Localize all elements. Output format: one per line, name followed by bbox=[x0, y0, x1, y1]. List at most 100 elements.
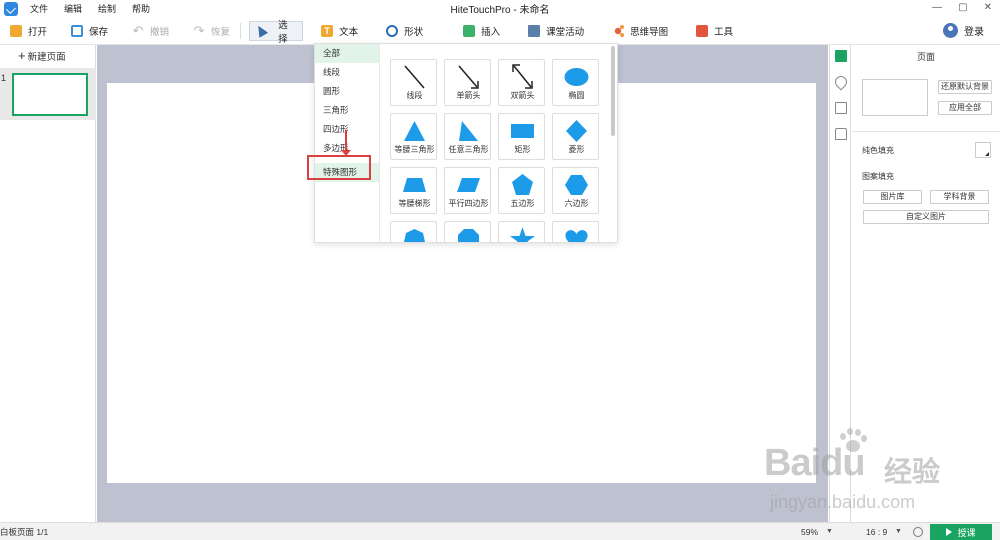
shape-octagon[interactable] bbox=[444, 221, 491, 242]
category-line[interactable]: 线段 bbox=[315, 63, 379, 82]
tools-button[interactable]: 工具 bbox=[690, 21, 739, 41]
custom-image-button[interactable]: 自定义图片 bbox=[863, 210, 989, 224]
panel-divider bbox=[852, 131, 1000, 132]
class-activity-icon bbox=[528, 24, 541, 37]
shape-rectangle[interactable]: 矩形 bbox=[498, 113, 545, 160]
solid-fill-label: 纯色填充 bbox=[862, 146, 894, 155]
text-button[interactable]: T 文本 bbox=[315, 21, 364, 41]
menu-draw[interactable]: 绘制 bbox=[98, 2, 116, 15]
page-thumbnail-row[interactable]: 1 bbox=[0, 68, 96, 120]
zoom-level[interactable]: 59% bbox=[801, 527, 818, 537]
annotation-highlight-box bbox=[307, 155, 371, 180]
open-label: 打开 bbox=[28, 26, 48, 38]
pentagon-icon bbox=[512, 174, 533, 195]
select-button[interactable]: 选择 bbox=[249, 20, 304, 45]
page-info: 白板页面 1/1 bbox=[0, 526, 49, 537]
category-circle[interactable]: 圆形 bbox=[315, 82, 379, 101]
menu-file[interactable]: 文件 bbox=[30, 2, 48, 15]
restore-default-bg-button[interactable]: 还原默认背景 bbox=[938, 80, 992, 94]
user-avatar-icon bbox=[943, 23, 958, 38]
shape-dropdown-panel: 全部 线段 圆形 三角形 四边形 多边形 特殊图形 线段 单箭头 双箭头 椭圆 … bbox=[314, 43, 618, 243]
select-label: 选择 bbox=[278, 19, 288, 45]
fill-color-swatch[interactable] bbox=[975, 142, 991, 158]
shape-isosceles-triangle[interactable]: 等腰三角形 bbox=[390, 113, 437, 160]
watermark-brand: Baidu bbox=[764, 442, 866, 484]
shape-arbitrary-triangle[interactable]: 任意三角形 bbox=[444, 113, 491, 160]
maximize-icon[interactable]: ▢ bbox=[958, 2, 967, 13]
watermark-brand-cn: 经验 bbox=[884, 456, 941, 487]
shape-parallelogram[interactable]: 平行四边形 bbox=[444, 167, 491, 214]
menu-edit[interactable]: 编辑 bbox=[64, 2, 82, 15]
present-button[interactable]: 授课 bbox=[930, 524, 992, 540]
minimize-icon[interactable]: — bbox=[932, 2, 942, 13]
tools-label: 工具 bbox=[714, 26, 734, 38]
page-settings-icon[interactable] bbox=[835, 50, 847, 62]
shape-isosceles-trapezoid[interactable]: 等腰梯形 bbox=[390, 167, 437, 214]
shape-label: 六边形 bbox=[564, 199, 589, 208]
mind-map-button[interactable]: 思维导图 bbox=[606, 21, 674, 41]
category-triangle[interactable]: 三角形 bbox=[315, 101, 379, 120]
watermark-url: jingyan.baidu.com bbox=[770, 492, 916, 512]
heptagon-icon bbox=[404, 229, 425, 242]
shape-ellipse[interactable]: 椭圆 bbox=[552, 59, 599, 106]
page-thumbnail[interactable] bbox=[12, 73, 88, 116]
pin-icon[interactable] bbox=[832, 73, 850, 91]
shape-heart[interactable] bbox=[552, 221, 599, 242]
insert-icon bbox=[463, 24, 476, 37]
aspect-ratio[interactable]: 16 : 9 bbox=[866, 527, 887, 537]
shape-pentagon[interactable]: 五边形 bbox=[498, 167, 545, 214]
subject-background-button[interactable]: 学科背景 bbox=[930, 190, 989, 204]
shape-star[interactable] bbox=[498, 221, 545, 242]
text-icon: T bbox=[321, 24, 334, 37]
pattern-fill-label: 图案填充 bbox=[862, 172, 894, 181]
text-label: 文本 bbox=[339, 26, 359, 38]
category-quadrilateral[interactable]: 四边形 bbox=[315, 120, 379, 139]
redo-button[interactable]: ↷ 恢复 bbox=[187, 21, 236, 41]
shape-label: 平行四边形 bbox=[448, 199, 489, 208]
new-page-button[interactable]: + 新建页面 bbox=[0, 45, 95, 67]
refresh-icon[interactable] bbox=[913, 527, 923, 537]
image-library-button[interactable]: 图片库 bbox=[863, 190, 922, 204]
layer-icon[interactable] bbox=[835, 102, 847, 114]
shape-label: 椭圆 bbox=[568, 91, 585, 100]
heart-icon bbox=[565, 230, 588, 242]
shape-rhombus[interactable]: 菱形 bbox=[552, 113, 599, 160]
status-bar: 白板页面 1/1 59% ▼ 16 : 9 ▼ 授课 bbox=[0, 522, 1000, 540]
shape-line[interactable]: 线段 bbox=[390, 59, 437, 106]
shape-heptagon[interactable] bbox=[390, 221, 437, 242]
menu-help[interactable]: 帮助 bbox=[132, 2, 150, 15]
close-icon[interactable]: ✕ bbox=[984, 2, 992, 13]
undo-icon: ↶ bbox=[132, 22, 144, 38]
insert-button[interactable]: 插入 bbox=[457, 21, 506, 41]
ratio-caret-icon[interactable]: ▼ bbox=[895, 528, 902, 535]
shape-label: 单箭头 bbox=[456, 91, 481, 100]
shape-single-arrow[interactable]: 单箭头 bbox=[444, 59, 491, 106]
open-button[interactable]: 打开 bbox=[4, 21, 53, 41]
app-logo-icon bbox=[4, 1, 18, 16]
login-button[interactable]: 登录 bbox=[943, 23, 984, 38]
page-list-panel: + 新建页面 1 bbox=[0, 45, 96, 522]
redo-icon: ↷ bbox=[193, 22, 205, 38]
undo-button[interactable]: ↶ 撤销 bbox=[126, 21, 175, 41]
rectangle-icon bbox=[511, 124, 534, 138]
save-button[interactable]: 保存 bbox=[65, 21, 114, 41]
present-label: 授课 bbox=[957, 527, 976, 538]
redo-label: 恢复 bbox=[211, 26, 231, 38]
shape-button[interactable]: 形状 bbox=[380, 21, 429, 41]
shape-label: 等腰梯形 bbox=[398, 199, 431, 208]
category-all[interactable]: 全部 bbox=[315, 44, 379, 63]
annotation-arrow bbox=[341, 130, 351, 156]
zoom-caret-icon[interactable]: ▼ bbox=[826, 528, 833, 535]
resource-icon[interactable] bbox=[835, 128, 847, 140]
shape-icon bbox=[386, 24, 399, 37]
mind-map-label: 思维导图 bbox=[630, 26, 669, 38]
class-activity-button[interactable]: 课堂活动 bbox=[522, 21, 590, 41]
shape-double-arrow[interactable]: 双箭头 bbox=[498, 59, 545, 106]
shape-hexagon[interactable]: 六边形 bbox=[552, 167, 599, 214]
dropdown-scrollbar[interactable] bbox=[611, 46, 615, 136]
apply-all-button[interactable]: 应用全部 bbox=[938, 101, 992, 115]
shape-label: 线段 bbox=[406, 91, 423, 100]
class-activity-label: 课堂活动 bbox=[546, 26, 585, 38]
window-title: HiteTouchPro - 未命名 bbox=[450, 5, 550, 16]
rhombus-icon bbox=[566, 120, 587, 142]
